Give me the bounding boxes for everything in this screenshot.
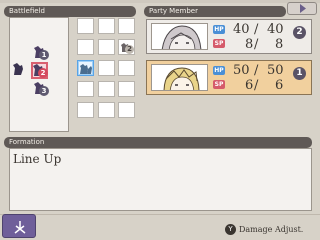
menu-icon: [14, 221, 26, 234]
party-member-card[interactable]: HP SP 40 / 40 8 / 8 2: [146, 19, 312, 54]
unit-3[interactable]: 3: [33, 81, 49, 97]
leader-knight-icon: [13, 63, 23, 75]
damage-adjust-hint[interactable]: Y Damage Adjust.: [225, 223, 318, 237]
grid-cell[interactable]: [77, 102, 94, 118]
sp-max: 8: [275, 37, 284, 52]
sp-max: 6: [275, 78, 284, 93]
formation-value: Line Up: [13, 152, 62, 166]
member-portrait: [151, 23, 208, 50]
unit-2[interactable]: 2: [31, 62, 48, 79]
member-slot-number: 2: [293, 26, 306, 39]
hp-current: 40: [233, 22, 250, 37]
grid-cell[interactable]: [118, 18, 135, 34]
hp-badge: HP: [213, 25, 225, 34]
top-bar: [0, 0, 320, 3]
sp-badge: SP: [213, 39, 225, 48]
stat-separator: /: [254, 63, 259, 78]
sp-current: 8: [245, 37, 254, 52]
unit-1-number: 1: [39, 50, 49, 60]
grid-cell[interactable]: [98, 18, 115, 34]
menu-button[interactable]: [2, 214, 36, 238]
damage-adjust-label: Damage Adjust.: [239, 225, 304, 234]
battlefield-panel: 1 2 3: [9, 17, 69, 132]
grid-cell[interactable]: [98, 39, 115, 55]
unit-3-number: 3: [39, 86, 49, 96]
sp-current: 6: [245, 78, 254, 93]
y-button-icon: Y: [225, 224, 236, 235]
stat-separator: /: [254, 22, 259, 37]
formation-title: Formation: [9, 138, 45, 146]
unit-1[interactable]: 1: [33, 45, 49, 61]
character-portrait-icon: [161, 25, 202, 49]
next-page-button[interactable]: [287, 2, 317, 15]
hp-current: 50: [233, 63, 250, 78]
grid-cell-selected[interactable]: [77, 60, 94, 76]
stat-separator: /: [254, 37, 259, 52]
character-portrait-icon: [163, 67, 200, 90]
formation-grid: 2: [76, 18, 138, 130]
grid-cell[interactable]: [77, 39, 94, 55]
grid-cell[interactable]: [98, 81, 115, 97]
member-portrait: [151, 64, 208, 91]
hp-badge: HP: [213, 66, 225, 75]
grid-cell[interactable]: [118, 81, 135, 97]
member-slot-number: 1: [293, 67, 306, 80]
right-arrow-icon: [300, 4, 306, 13]
grid-cell[interactable]: [118, 60, 135, 76]
hp-max: 50: [267, 63, 284, 78]
grid-cell[interactable]: [77, 18, 94, 34]
hp-max: 40: [267, 22, 284, 37]
party-title-pill: Party Member: [144, 6, 286, 17]
battlefield-title: Battlefield: [9, 7, 45, 15]
formation-panel: Line Up: [9, 148, 312, 211]
party-title: Party Member: [149, 7, 198, 15]
grid-cell[interactable]: 2: [118, 39, 135, 55]
grid-unit-number: 2: [125, 45, 134, 54]
grid-cell[interactable]: [118, 102, 135, 118]
party-member-card-selected[interactable]: HP SP 50 / 50 6 / 6 1: [146, 60, 312, 95]
grid-cell[interactable]: [77, 81, 94, 97]
stat-separator: /: [254, 78, 259, 93]
formation-title-pill: Formation: [4, 137, 312, 148]
battlefield-title-pill: Battlefield: [4, 6, 136, 17]
knight-piece-icon: [80, 64, 92, 74]
grid-cell[interactable]: [98, 102, 115, 118]
unit-2-number: 2: [38, 68, 48, 78]
grid-cell[interactable]: [98, 60, 115, 76]
sp-badge: SP: [213, 80, 225, 89]
